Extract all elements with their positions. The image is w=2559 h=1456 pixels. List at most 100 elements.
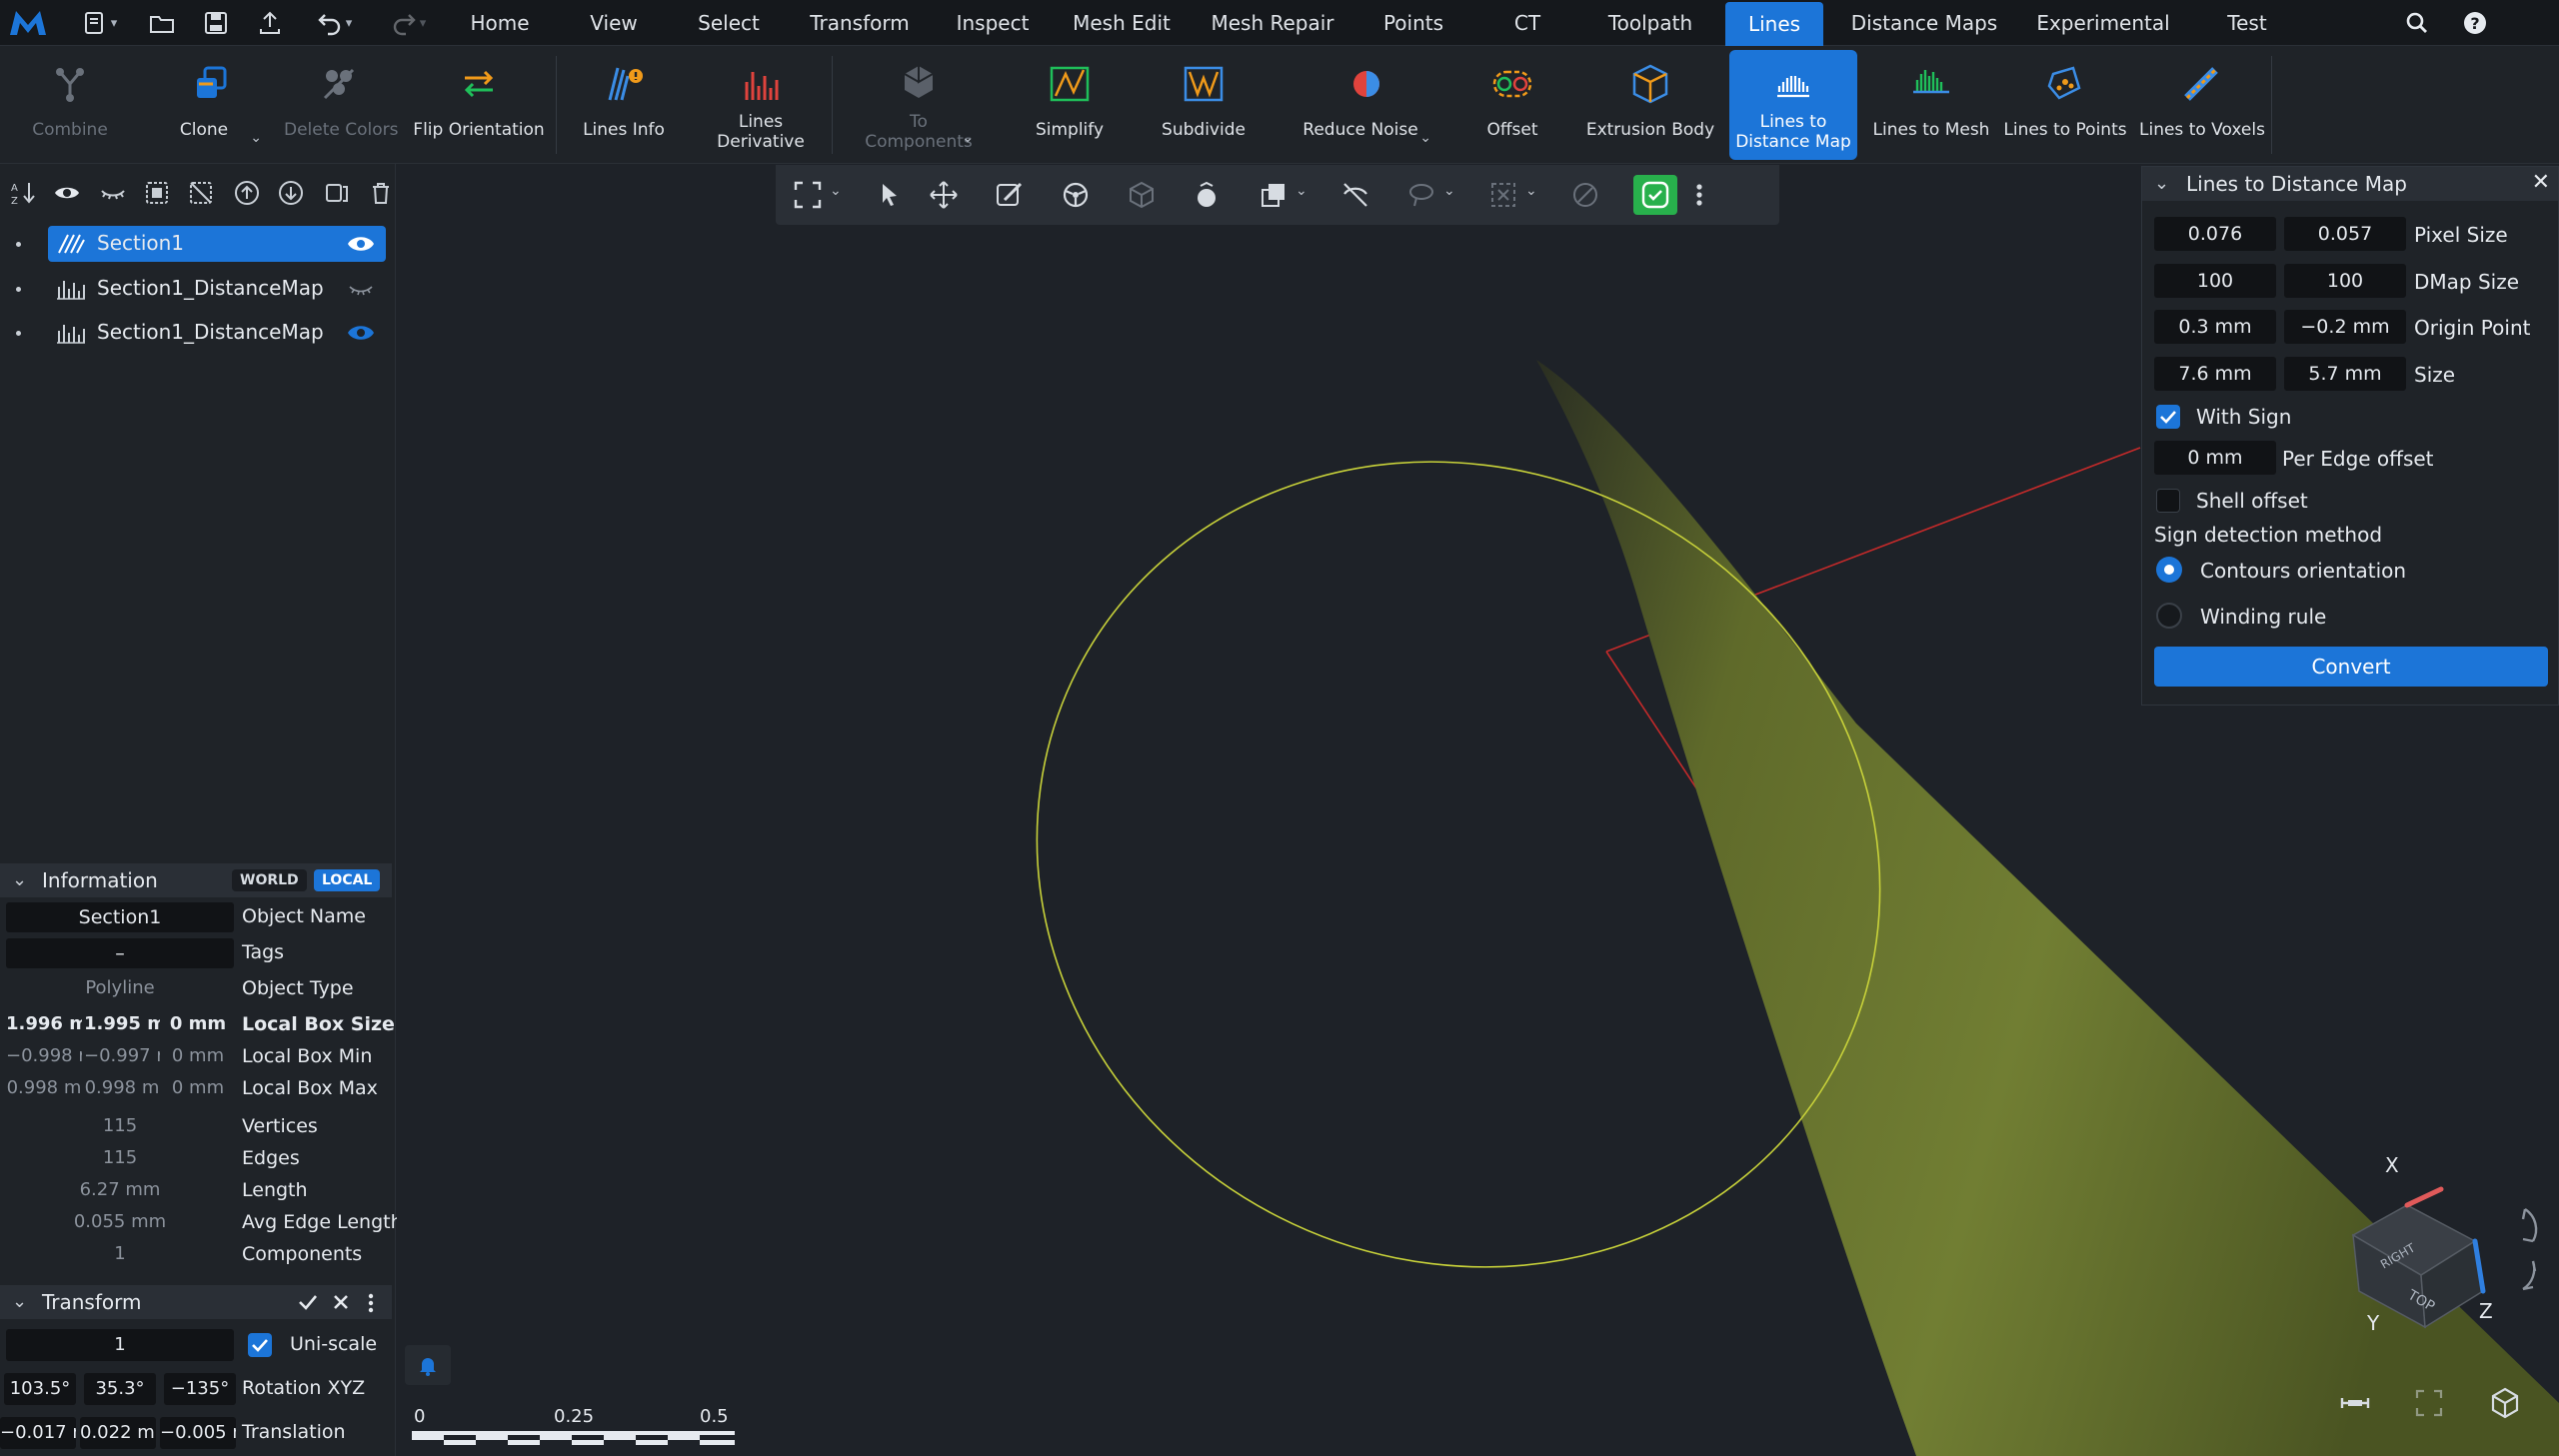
translation-y-field[interactable]: 0.022 mı [80,1417,156,1449]
move-down-button[interactable] [274,176,308,210]
subdivide-button[interactable]: Subdivide [1156,50,1252,160]
tab-home[interactable]: Home [458,0,542,46]
origin-x-field[interactable]: 0.3 mm [2154,310,2276,344]
redo-button[interactable]: ▾ [380,7,436,39]
reduce-noise-button[interactable]: Reduce Noise ⌄ [1297,50,1435,160]
chevron-down-icon[interactable]: ⌄ [1295,183,1307,199]
size-x-field[interactable]: 7.6 mm [2154,357,2276,391]
tags-field[interactable]: – [6,938,234,968]
tab-toolpath[interactable]: Toolpath [1597,0,1703,46]
tab-points[interactable]: Points [1369,0,1457,46]
translation-z-field[interactable]: −0.005 n [160,1417,236,1449]
uniscale-checkbox[interactable] [248,1333,272,1357]
convert-button[interactable]: Convert [2154,647,2548,687]
select-tool-button[interactable] [872,177,908,213]
dmap-size-y-field[interactable]: 100 [2284,264,2406,298]
app-logo-icon[interactable] [8,5,48,41]
rotation-x-field[interactable]: 103.5° [4,1373,76,1405]
lines-to-distance-map-button[interactable]: Lines to Distance Map [1729,50,1857,160]
pixel-size-y-field[interactable]: 0.057 [2284,217,2406,251]
local-toggle[interactable]: LOCAL [314,869,381,891]
tab-lines[interactable]: Lines [1725,2,1823,46]
tab-transform[interactable]: Transform [800,0,920,46]
lines-to-voxels-button[interactable]: Lines to Voxels [2139,50,2265,160]
more-vertical-icon[interactable] [366,1292,376,1314]
size-y-field[interactable]: 5.7 mm [2284,357,2406,391]
transform-header[interactable]: ⌄ Transform [0,1285,392,1319]
lines-derivative-button[interactable]: Lines Derivative [712,50,810,160]
visibility-eye-icon[interactable] [346,322,376,344]
open-file-button[interactable] [144,7,180,39]
tree-item[interactable]: Section1_DistanceMap [0,315,392,351]
new-file-button[interactable]: ▾ [74,7,124,39]
dmap-size-x-field[interactable]: 100 [2154,264,2276,298]
tab-view[interactable]: View [576,0,652,46]
hide-selected-button[interactable] [1337,177,1373,213]
tab-select[interactable]: Select [688,0,770,46]
box-select-button[interactable]: ⌄ [1485,177,1537,213]
chevron-down-icon[interactable]: ⌄ [830,183,842,199]
tab-mesh-edit[interactable]: Mesh Edit [1066,0,1178,46]
to-components-dropdown-icon[interactable]: ⌄ [962,130,974,146]
undo-button[interactable]: ▾ [306,7,362,39]
delete-button[interactable] [364,176,398,210]
clipping-button[interactable]: ⌄ [1256,177,1307,213]
measure-button[interactable] [2333,1383,2377,1423]
information-header[interactable]: ⌄ Information WORLD LOCAL [0,863,392,897]
orientation-cube[interactable]: RIGHT TOP X Y Z [2329,1149,2559,1349]
tree-item[interactable]: Section1 [0,226,392,262]
pixel-size-x-field[interactable]: 0.076 [2154,217,2276,251]
simplify-button[interactable]: Simplify [1022,50,1118,160]
tab-distance-maps[interactable]: Distance Maps [1845,0,2003,46]
group-button[interactable] [320,176,354,210]
winding-rule-row[interactable]: Winding rule [2142,597,2558,637]
winding-rule-radio[interactable] [2156,603,2182,629]
tab-mesh-repair[interactable]: Mesh Repair [1208,0,1337,46]
view-cube-button[interactable] [2483,1383,2527,1423]
chevron-down-icon[interactable]: ⌄ [1525,183,1537,199]
combine-button[interactable]: Combine [22,50,118,160]
translation-x-field[interactable]: −0.017 n [0,1417,76,1449]
hide-all-button[interactable] [96,176,130,210]
tab-experimental[interactable]: Experimental [2027,0,2179,46]
move-up-button[interactable] [230,176,264,210]
lines-info-button[interactable]: Lines Info [574,50,674,160]
contours-orientation-row[interactable]: Contours orientation [2142,551,2558,591]
lines-to-points-button[interactable]: Lines to Points [2003,50,2127,160]
origin-y-field[interactable]: −0.2 mm [2284,310,2406,344]
to-components-button[interactable]: To Components ⌄ [860,50,978,160]
chevron-down-icon[interactable]: ⌄ [1443,183,1455,199]
search-button[interactable] [2399,7,2435,39]
shell-offset-checkbox[interactable] [2156,489,2180,513]
world-toggle[interactable]: WORLD [232,869,307,891]
paint-tool-button[interactable] [992,177,1028,213]
reduce-noise-dropdown-icon[interactable]: ⌄ [1419,130,1431,146]
extrusion-body-button[interactable]: Extrusion Body [1583,50,1717,160]
wireframe-button[interactable] [1124,177,1160,213]
close-icon[interactable]: ✕ [2532,170,2550,195]
tab-test[interactable]: Test [2205,0,2289,46]
zoom-fit-button[interactable] [2407,1383,2451,1423]
clone-button[interactable]: Clone ⌄ [156,50,266,160]
contours-orientation-radio[interactable] [2156,557,2182,583]
collapse-chevron-icon[interactable]: ⌄ [12,869,27,890]
collapse-chevron-icon[interactable]: ⌄ [2154,173,2169,194]
tab-inspect[interactable]: Inspect [948,0,1038,46]
apply-check-icon[interactable] [298,1293,318,1311]
object-name-field[interactable]: Section1 [6,902,234,932]
orbit-tool-button[interactable] [1058,177,1094,213]
delete-colors-button[interactable]: Delete Colors [284,50,399,160]
visibility-eye-closed-icon[interactable] [346,278,376,300]
help-button[interactable]: ? [2457,7,2493,39]
rotation-y-field[interactable]: 35.3° [84,1373,156,1405]
select-all-button[interactable] [140,176,174,210]
tree-item[interactable]: Section1_DistanceMap [0,271,392,307]
per-edge-offset-field[interactable]: 0 mm [2154,441,2276,475]
lasso-button[interactable]: ⌄ [1403,177,1455,213]
fit-view-button[interactable]: ⌄ [790,177,842,213]
notifications-button[interactable] [405,1345,451,1385]
export-button[interactable] [252,7,288,39]
lines-to-mesh-button[interactable]: Lines to Mesh [1871,50,1991,160]
flip-orientation-button[interactable]: Flip Orientation [412,50,546,160]
clone-dropdown-icon[interactable]: ⌄ [250,130,262,146]
